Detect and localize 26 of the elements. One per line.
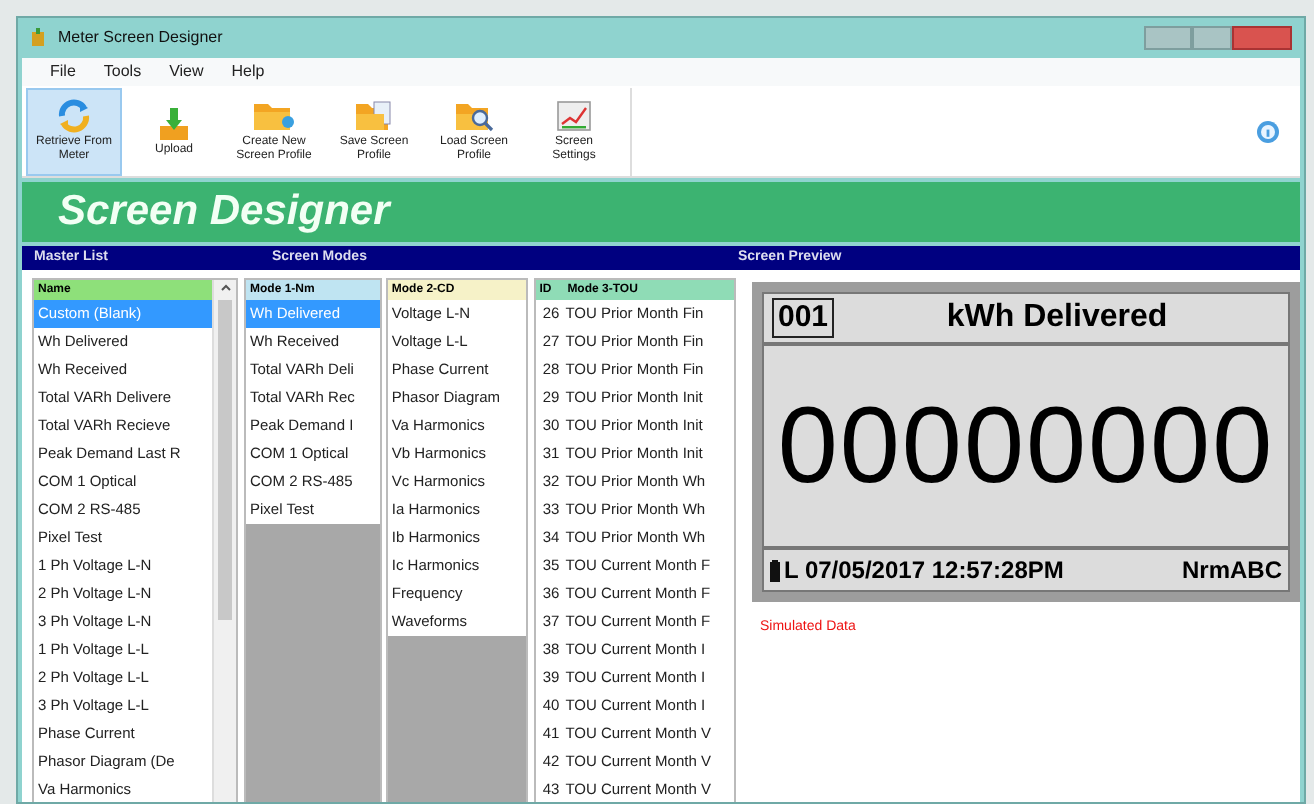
- maximize-button[interactable]: [1192, 26, 1232, 50]
- app-icon: [30, 28, 46, 48]
- menu-item[interactable]: View: [169, 60, 204, 84]
- refresh-icon: [56, 98, 92, 134]
- banner-title: Screen Designer: [58, 186, 390, 239]
- folder-magnifier-icon: [454, 98, 494, 134]
- menu-item[interactable]: File: [50, 60, 76, 84]
- chart-icon: [556, 98, 592, 134]
- window-title: Meter Screen Designer: [58, 26, 223, 50]
- menu-item[interactable]: Tools: [103, 60, 142, 84]
- status-line: L 07/05/2017 12:57:28PM: [784, 554, 1064, 588]
- screen-number: 001: [772, 298, 835, 338]
- scroll-up-icon[interactable]: [219, 280, 231, 296]
- folder-icon: [252, 98, 296, 134]
- phase-status: NrmABC: [1181, 554, 1282, 588]
- close-button[interactable]: [1232, 26, 1292, 50]
- menu-item[interactable]: Help: [231, 60, 265, 84]
- info-icon[interactable]: [1256, 119, 1280, 143]
- folder-document-icon: [354, 98, 394, 134]
- battery-icon: [770, 559, 780, 581]
- display-title: kWh Delivered: [944, 298, 1170, 338]
- scroll-thumb[interactable]: [218, 300, 232, 620]
- display-value: 00000000: [777, 390, 1275, 502]
- scrollbar[interactable]: [212, 280, 236, 802]
- download-tray-icon: [156, 105, 192, 141]
- minimize-button[interactable]: [1144, 26, 1192, 50]
